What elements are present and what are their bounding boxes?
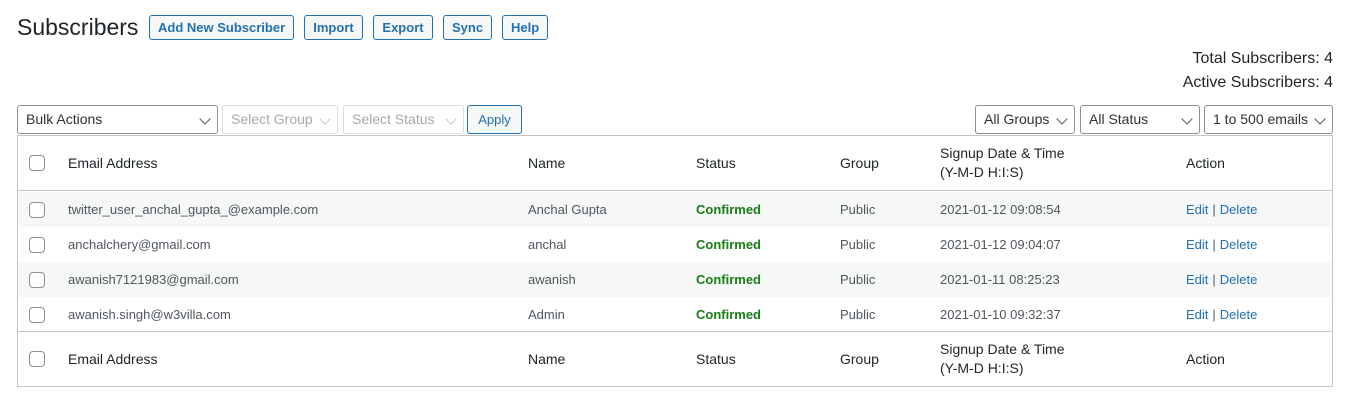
column-signup[interactable]: Signup Date & Time (Y-M-D H:I:S) <box>940 136 1065 190</box>
column-name[interactable]: Name <box>528 136 565 190</box>
page-title: Subscribers <box>17 14 139 40</box>
all-status-label: All Status <box>1089 111 1149 127</box>
action-cell: Edit | Delete <box>1186 227 1257 262</box>
sync-button[interactable]: Sync <box>443 15 492 40</box>
table-row: awanish.singh@w3villa.com Admin Confirme… <box>18 297 1332 332</box>
group-cell: Public <box>840 237 876 252</box>
edit-link[interactable]: Edit <box>1186 307 1208 322</box>
active-subscribers: Active Subscribers: 4 <box>1182 74 1333 91</box>
table-footer-row: Email Address Name Status Group Signup D… <box>18 331 1332 386</box>
action-separator: | <box>1212 202 1216 217</box>
column-signup[interactable]: Signup Date & Time (Y-M-D H:I:S) <box>940 332 1065 386</box>
table-row: awanish7121983@gmail.com awanish Confirm… <box>18 262 1332 297</box>
add-new-subscriber-button[interactable]: Add New Subscriber <box>149 15 294 40</box>
column-name[interactable]: Name <box>528 332 565 386</box>
signup-cell: 2021-01-12 09:04:07 <box>940 237 1061 252</box>
select-all-checkbox[interactable] <box>29 351 45 367</box>
column-email[interactable]: Email Address <box>68 332 157 386</box>
group-cell: Public <box>840 307 876 322</box>
delete-link[interactable]: Delete <box>1220 307 1258 322</box>
name-cell: awanish <box>528 272 576 287</box>
name-cell: Admin <box>528 307 565 322</box>
action-separator: | <box>1212 237 1216 252</box>
select-status-label: Select Status <box>352 111 435 127</box>
table-row: anchalchery@gmail.com anchal Confirmed P… <box>18 227 1332 262</box>
action-separator: | <box>1212 272 1216 287</box>
email-cell: twitter_user_anchal_gupta_@example.com <box>68 202 319 217</box>
edit-link[interactable]: Edit <box>1186 237 1208 252</box>
apply-button[interactable]: Apply <box>467 105 522 134</box>
group-cell: Public <box>840 272 876 287</box>
column-group[interactable]: Group <box>840 332 879 386</box>
table-row: twitter_user_anchal_gupta_@example.com A… <box>18 192 1332 227</box>
status-cell: Confirmed <box>696 272 761 287</box>
select-group-select: Select Group <box>222 105 338 134</box>
row-checkbox[interactable] <box>29 201 45 218</box>
bulk-actions-select[interactable]: Bulk Actions <box>17 105 218 134</box>
bulk-actions-label: Bulk Actions <box>26 111 103 127</box>
export-button[interactable]: Export <box>373 15 433 40</box>
signup-cell: 2021-01-10 09:32:37 <box>940 307 1061 322</box>
column-action: Action <box>1186 350 1225 367</box>
signup-cell: 2021-01-12 09:08:54 <box>940 202 1061 217</box>
action-cell: Edit | Delete <box>1186 262 1257 297</box>
chevron-down-icon <box>1181 113 1193 125</box>
email-cell: awanish7121983@gmail.com <box>68 272 239 287</box>
per-page-select[interactable]: 1 to 500 emails <box>1204 105 1333 134</box>
all-groups-label: All Groups <box>984 111 1050 127</box>
help-button[interactable]: Help <box>502 15 548 40</box>
column-signup-format: (Y-M-D H:I:S) <box>940 164 1024 180</box>
email-cell: anchalchery@gmail.com <box>68 237 211 252</box>
chevron-down-icon <box>445 113 457 125</box>
column-signup-title: Signup Date & Time <box>940 145 1065 161</box>
select-group-label: Select Group <box>231 111 313 127</box>
action-cell: Edit | Delete <box>1186 192 1257 227</box>
column-group[interactable]: Group <box>840 136 879 190</box>
email-cell: awanish.singh@w3villa.com <box>68 307 231 322</box>
column-signup-format: (Y-M-D H:I:S) <box>940 360 1024 376</box>
group-cell: Public <box>840 202 876 217</box>
select-all-cell <box>29 136 45 190</box>
chevron-down-icon <box>319 113 331 125</box>
name-cell: anchal <box>528 237 567 252</box>
status-cell: Confirmed <box>696 202 761 217</box>
chevron-down-icon <box>1314 113 1326 125</box>
action-cell: Edit | Delete <box>1186 297 1257 332</box>
select-all-cell <box>29 332 45 386</box>
row-checkbox[interactable] <box>29 236 45 253</box>
chevron-down-icon <box>1056 113 1068 125</box>
total-subscribers: Total Subscribers: 4 <box>1192 50 1333 67</box>
all-groups-select[interactable]: All Groups <box>975 105 1075 134</box>
column-status[interactable]: Status <box>696 332 736 386</box>
subscriber-stats: Total Subscribers: 4 Active Subscribers:… <box>1183 47 1333 95</box>
subscribers-table: Email Address Name Status Group Signup D… <box>17 135 1333 387</box>
edit-link[interactable]: Edit <box>1186 272 1208 287</box>
column-email[interactable]: Email Address <box>68 136 157 190</box>
delete-link[interactable]: Delete <box>1220 202 1258 217</box>
select-status-select: Select Status <box>343 105 464 134</box>
select-all-checkbox[interactable] <box>29 155 45 171</box>
import-button[interactable]: Import <box>304 15 363 40</box>
signup-cell: 2021-01-11 08:25:23 <box>940 272 1060 287</box>
column-status[interactable]: Status <box>696 136 736 190</box>
per-page-label: 1 to 500 emails <box>1213 111 1308 127</box>
status-cell: Confirmed <box>696 307 761 322</box>
all-status-select[interactable]: All Status <box>1080 105 1200 134</box>
delete-link[interactable]: Delete <box>1220 237 1258 252</box>
column-signup-title: Signup Date & Time <box>940 341 1065 357</box>
status-cell: Confirmed <box>696 237 761 252</box>
chevron-down-icon <box>199 113 211 125</box>
action-separator: | <box>1212 307 1216 322</box>
delete-link[interactable]: Delete <box>1220 272 1258 287</box>
edit-link[interactable]: Edit <box>1186 202 1208 217</box>
column-action: Action <box>1186 154 1225 171</box>
table-header-row: Email Address Name Status Group Signup D… <box>18 136 1332 191</box>
row-checkbox[interactable] <box>29 271 45 288</box>
name-cell: Anchal Gupta <box>528 202 607 217</box>
row-checkbox[interactable] <box>29 306 45 323</box>
